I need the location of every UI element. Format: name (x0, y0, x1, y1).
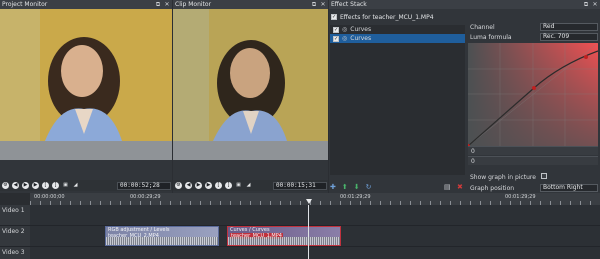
audio-waveform (106, 237, 218, 245)
timeline-panel: 00:00:00;00 00:00:29;29 00:01:29;29 00:0… (0, 193, 600, 259)
effect-row-curves-1[interactable]: ✓ ◎ Curves (330, 25, 465, 34)
rewind-icon[interactable]: ◀ (12, 182, 19, 189)
ruler-label: 00:01:29;29 (340, 194, 371, 200)
settings-icon[interactable]: ⚙ (2, 182, 9, 189)
rewind-icon[interactable]: ◀ (185, 182, 192, 189)
project-monitor-timecode[interactable]: 00:00:52;28 (117, 182, 171, 190)
move-up-icon[interactable]: ⬆ (342, 183, 348, 191)
curve-graph (468, 43, 598, 146)
clip-monitor-title-bar: Clip Monitor ⧉ ✕ (173, 0, 328, 9)
project-monitor-title-bar: Project Monitor ⧉ ✕ (0, 0, 172, 9)
curve-editor[interactable] (468, 43, 598, 146)
clip-monitor-video[interactable] (173, 9, 328, 160)
clip-monitor-panel: Clip Monitor ⧉ ✕ ⚙ ◀ ▶ ▶ [ ] ▣ ◢ 00:00:1… (173, 0, 328, 193)
effect-list: ✓ ◎ Curves ✓ ◎ Curves (330, 25, 465, 175)
graph-position-select[interactable]: Bottom Right (540, 184, 598, 192)
track-header-video-1[interactable]: Video 1 (0, 205, 30, 226)
float-icon[interactable]: ⧉ (583, 1, 589, 8)
channel-select[interactable]: Red (540, 23, 598, 31)
show-graph-label: Show graph in picture (470, 174, 536, 181)
luma-formula-label: Luma formula (470, 34, 512, 41)
track-video-3[interactable] (30, 247, 600, 259)
move-down-icon[interactable]: ⬇ (354, 183, 360, 191)
effect-icon: ◎ (342, 35, 348, 42)
ruler-label: 00:01:29;29 (505, 194, 536, 200)
effect-icon: ◎ (342, 26, 348, 33)
project-monitor-title: Project Monitor (2, 1, 48, 8)
playhead-line[interactable] (308, 205, 309, 259)
reset-icon[interactable]: ↻ (366, 183, 372, 191)
track-header-video-3[interactable]: Video 3 (0, 247, 30, 259)
volume-icon[interactable]: ◢ (245, 182, 252, 189)
presenter-image (0, 9, 172, 160)
track-video-1[interactable] (30, 205, 600, 226)
curve-slider-2[interactable]: 0 (468, 156, 598, 165)
float-icon[interactable]: ⧉ (311, 1, 317, 8)
effect-name: Curves (350, 35, 372, 42)
effect-enable-checkbox[interactable]: ✓ (333, 26, 339, 33)
effect-stack-title: Effect Stack (331, 1, 367, 8)
timeline-clip-teacher-mcu-2[interactable]: RGB adjustment / Levels teacher_MCU_2.MP… (105, 226, 219, 246)
presenter-image (173, 9, 328, 160)
enable-effects-checkbox[interactable]: ✓ (331, 14, 337, 20)
track-video-2[interactable]: RGB adjustment / Levels teacher_MCU_2.MP… (30, 226, 600, 247)
effect-stack-clip-label: Effects for teacher_MCU_1.MP4 (340, 13, 434, 21)
close-icon[interactable]: ✕ (320, 1, 326, 8)
timeline-ruler[interactable]: 00:00:00;00 00:00:29;29 00:01:29;29 00:0… (30, 193, 600, 205)
clip-monitor-title: Clip Monitor (175, 1, 212, 8)
timeline-clip-teacher-mcu-1[interactable]: Curves / Curves teacher_MCU_1.MP4 (227, 226, 341, 246)
graph-position-label: Graph position (470, 185, 515, 192)
effect-row-curves-2[interactable]: ✓ ◎ Curves (330, 34, 465, 43)
curve-slider-1-value: 0 (471, 148, 475, 155)
effect-enable-checkbox[interactable]: ✓ (333, 35, 339, 42)
project-monitor-panel: Project Monitor ⧉ ✕ ⚙ ◀ ▶ ▶ [ ] ▣ ◢ 00:0… (0, 0, 172, 193)
effect-name: Curves (350, 26, 372, 33)
effect-stack-title-bar: Effect Stack ⧉ ✕ (329, 0, 600, 9)
close-icon[interactable]: ✕ (164, 1, 170, 8)
in-point-icon[interactable]: [ (42, 182, 49, 189)
float-icon[interactable]: ⧉ (155, 1, 161, 8)
forward-icon[interactable]: ▶ (205, 182, 212, 189)
in-point-icon[interactable]: [ (215, 182, 222, 189)
curve-slider-2-value: 0 (471, 158, 475, 165)
settings-icon[interactable]: ⚙ (175, 182, 182, 189)
out-point-icon[interactable]: ] (225, 182, 232, 189)
play-icon[interactable]: ▶ (195, 182, 202, 189)
track-label: Video 2 (2, 228, 25, 235)
luma-formula-select[interactable]: Rec. 709 (540, 33, 598, 41)
track-header-video-2[interactable]: Video 2 (0, 226, 30, 247)
track-label: Video 3 (2, 249, 25, 256)
track-label: Video 1 (2, 207, 25, 214)
volume-icon[interactable]: ◢ (72, 182, 79, 189)
close-icon[interactable]: ✕ (592, 1, 598, 8)
delete-icon[interactable]: ✖ (457, 183, 463, 191)
curve-slider-1[interactable]: 0 (468, 146, 598, 155)
show-graph-checkbox[interactable] (541, 173, 547, 179)
effect-tools: ✚ ⬆ ⬇ ↻ (330, 182, 372, 191)
project-monitor-video[interactable] (0, 9, 172, 160)
audio-waveform (228, 237, 340, 245)
playhead-marker[interactable] (306, 199, 312, 204)
add-effect-icon[interactable]: ✚ (330, 183, 336, 191)
ruler-label: 00:00:00;00 (34, 194, 65, 200)
forward-icon[interactable]: ▶ (32, 182, 39, 189)
ruler-label: 00:00:29;29 (130, 194, 161, 200)
fit-icon[interactable]: ▣ (235, 182, 242, 189)
save-preset-icon[interactable]: ▤ (444, 183, 451, 191)
channel-label: Channel (470, 24, 495, 31)
effect-stack-header: ✓ Effects for teacher_MCU_1.MP4 (331, 12, 434, 22)
clip-monitor-timecode[interactable]: 00:00:15;31 (273, 182, 327, 190)
play-icon[interactable]: ▶ (22, 182, 29, 189)
fit-icon[interactable]: ▣ (62, 182, 69, 189)
out-point-icon[interactable]: ] (52, 182, 59, 189)
